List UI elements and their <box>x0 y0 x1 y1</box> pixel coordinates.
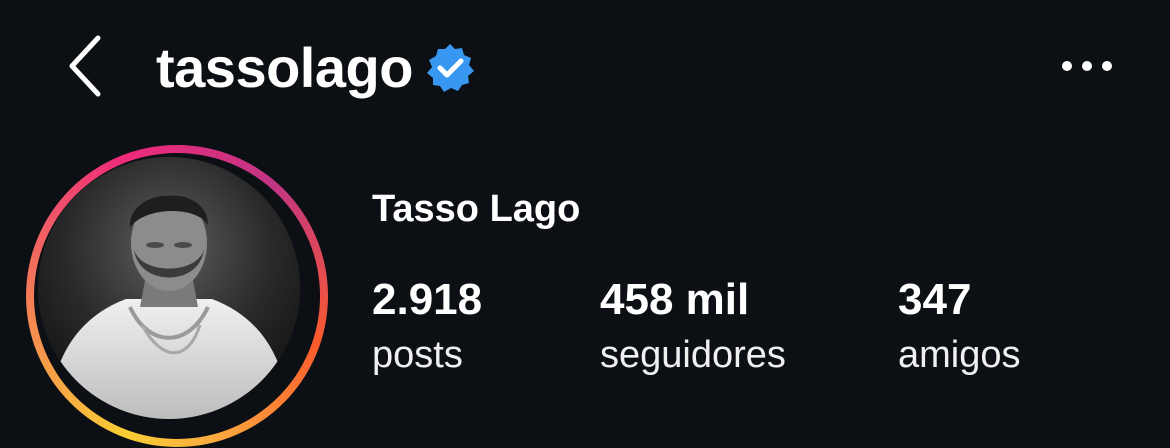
story-ring[interactable] <box>26 145 328 447</box>
profile-header: tassolago <box>0 0 1170 140</box>
friends-stat[interactable]: 347 amigos <box>898 275 1021 376</box>
back-button[interactable] <box>56 30 112 102</box>
posts-stat[interactable]: 2.918 posts <box>372 275 483 376</box>
display-name: Tasso Lago <box>372 188 581 230</box>
followers-stat[interactable]: 458 mil seguidores <box>600 275 786 376</box>
followers-count: 458 mil <box>600 275 750 324</box>
username: tassolago <box>156 36 413 99</box>
more-horizontal-icon <box>1062 61 1112 71</box>
friends-label: amigos <box>898 334 1021 376</box>
username-area: tassolago <box>156 30 475 106</box>
profile-photo <box>38 157 300 419</box>
posts-count: 2.918 <box>372 275 483 324</box>
posts-label: posts <box>372 334 463 376</box>
avatar <box>38 157 300 419</box>
chevron-left-icon <box>69 35 101 97</box>
verified-badge-icon <box>426 44 474 92</box>
more-options-button[interactable] <box>1052 44 1122 88</box>
friends-count: 347 <box>898 275 972 324</box>
followers-label: seguidores <box>600 334 786 376</box>
